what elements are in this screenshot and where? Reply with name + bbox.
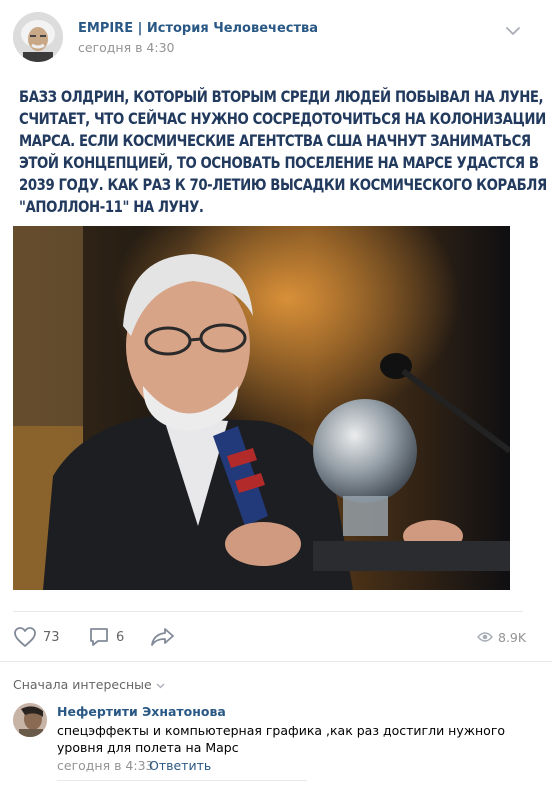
chevron-down-icon	[156, 677, 165, 692]
post-text-line: 2039 году. Как раз к 70-летию высадки ко…	[19, 175, 547, 194]
post-text: Базз Олдрин, который вторым среди людей …	[19, 86, 547, 218]
reply-button[interactable]: Ответить	[149, 758, 211, 773]
comment-count: 6	[116, 629, 125, 645]
post-text-line: считает, что сейчас нужно сосредоточитьс…	[19, 109, 546, 128]
comment-button[interactable]: 6	[88, 625, 124, 649]
views-counter: 8.9K	[477, 625, 526, 649]
views-count: 8.9K	[498, 629, 527, 645]
divider	[0, 661, 552, 662]
post-text-line: этой концепцией, то основать поселение н…	[19, 153, 539, 172]
comment-avatar[interactable]	[13, 703, 47, 737]
post-text-line: Марса. Если космические агентства США на…	[19, 131, 531, 150]
comments-sort-label: Сначала интересные	[13, 677, 152, 692]
divider	[13, 611, 523, 612]
comment-author[interactable]: Нефертити Эхнатонова	[57, 704, 226, 719]
like-count: 73	[43, 629, 60, 645]
comment-icon	[88, 626, 110, 648]
comment-text: спецэффекты и компьютерная графика ,как …	[57, 723, 506, 755]
group-avatar[interactable]	[13, 12, 63, 62]
comment-timestamp[interactable]: сегодня в 4:33	[57, 758, 154, 773]
post-photo[interactable]	[13, 226, 510, 590]
comments-sort-dropdown[interactable]: Сначала интересные	[13, 677, 165, 692]
post-timestamp[interactable]: сегодня в 4:30	[78, 40, 175, 55]
share-button[interactable]	[150, 625, 176, 649]
chevron-down-icon[interactable]	[505, 22, 521, 35]
heart-icon	[13, 626, 37, 648]
like-button[interactable]: 73	[13, 625, 60, 649]
eye-icon	[477, 628, 493, 647]
share-arrow-icon	[150, 626, 176, 648]
post-text-line: Базз Олдрин, который вторым среди людей …	[19, 87, 544, 106]
post-text-line: "Аполлон-11" на Луну.	[19, 197, 204, 216]
group-name[interactable]: EMPIRE | История Человечества	[78, 21, 318, 36]
divider	[57, 780, 307, 781]
